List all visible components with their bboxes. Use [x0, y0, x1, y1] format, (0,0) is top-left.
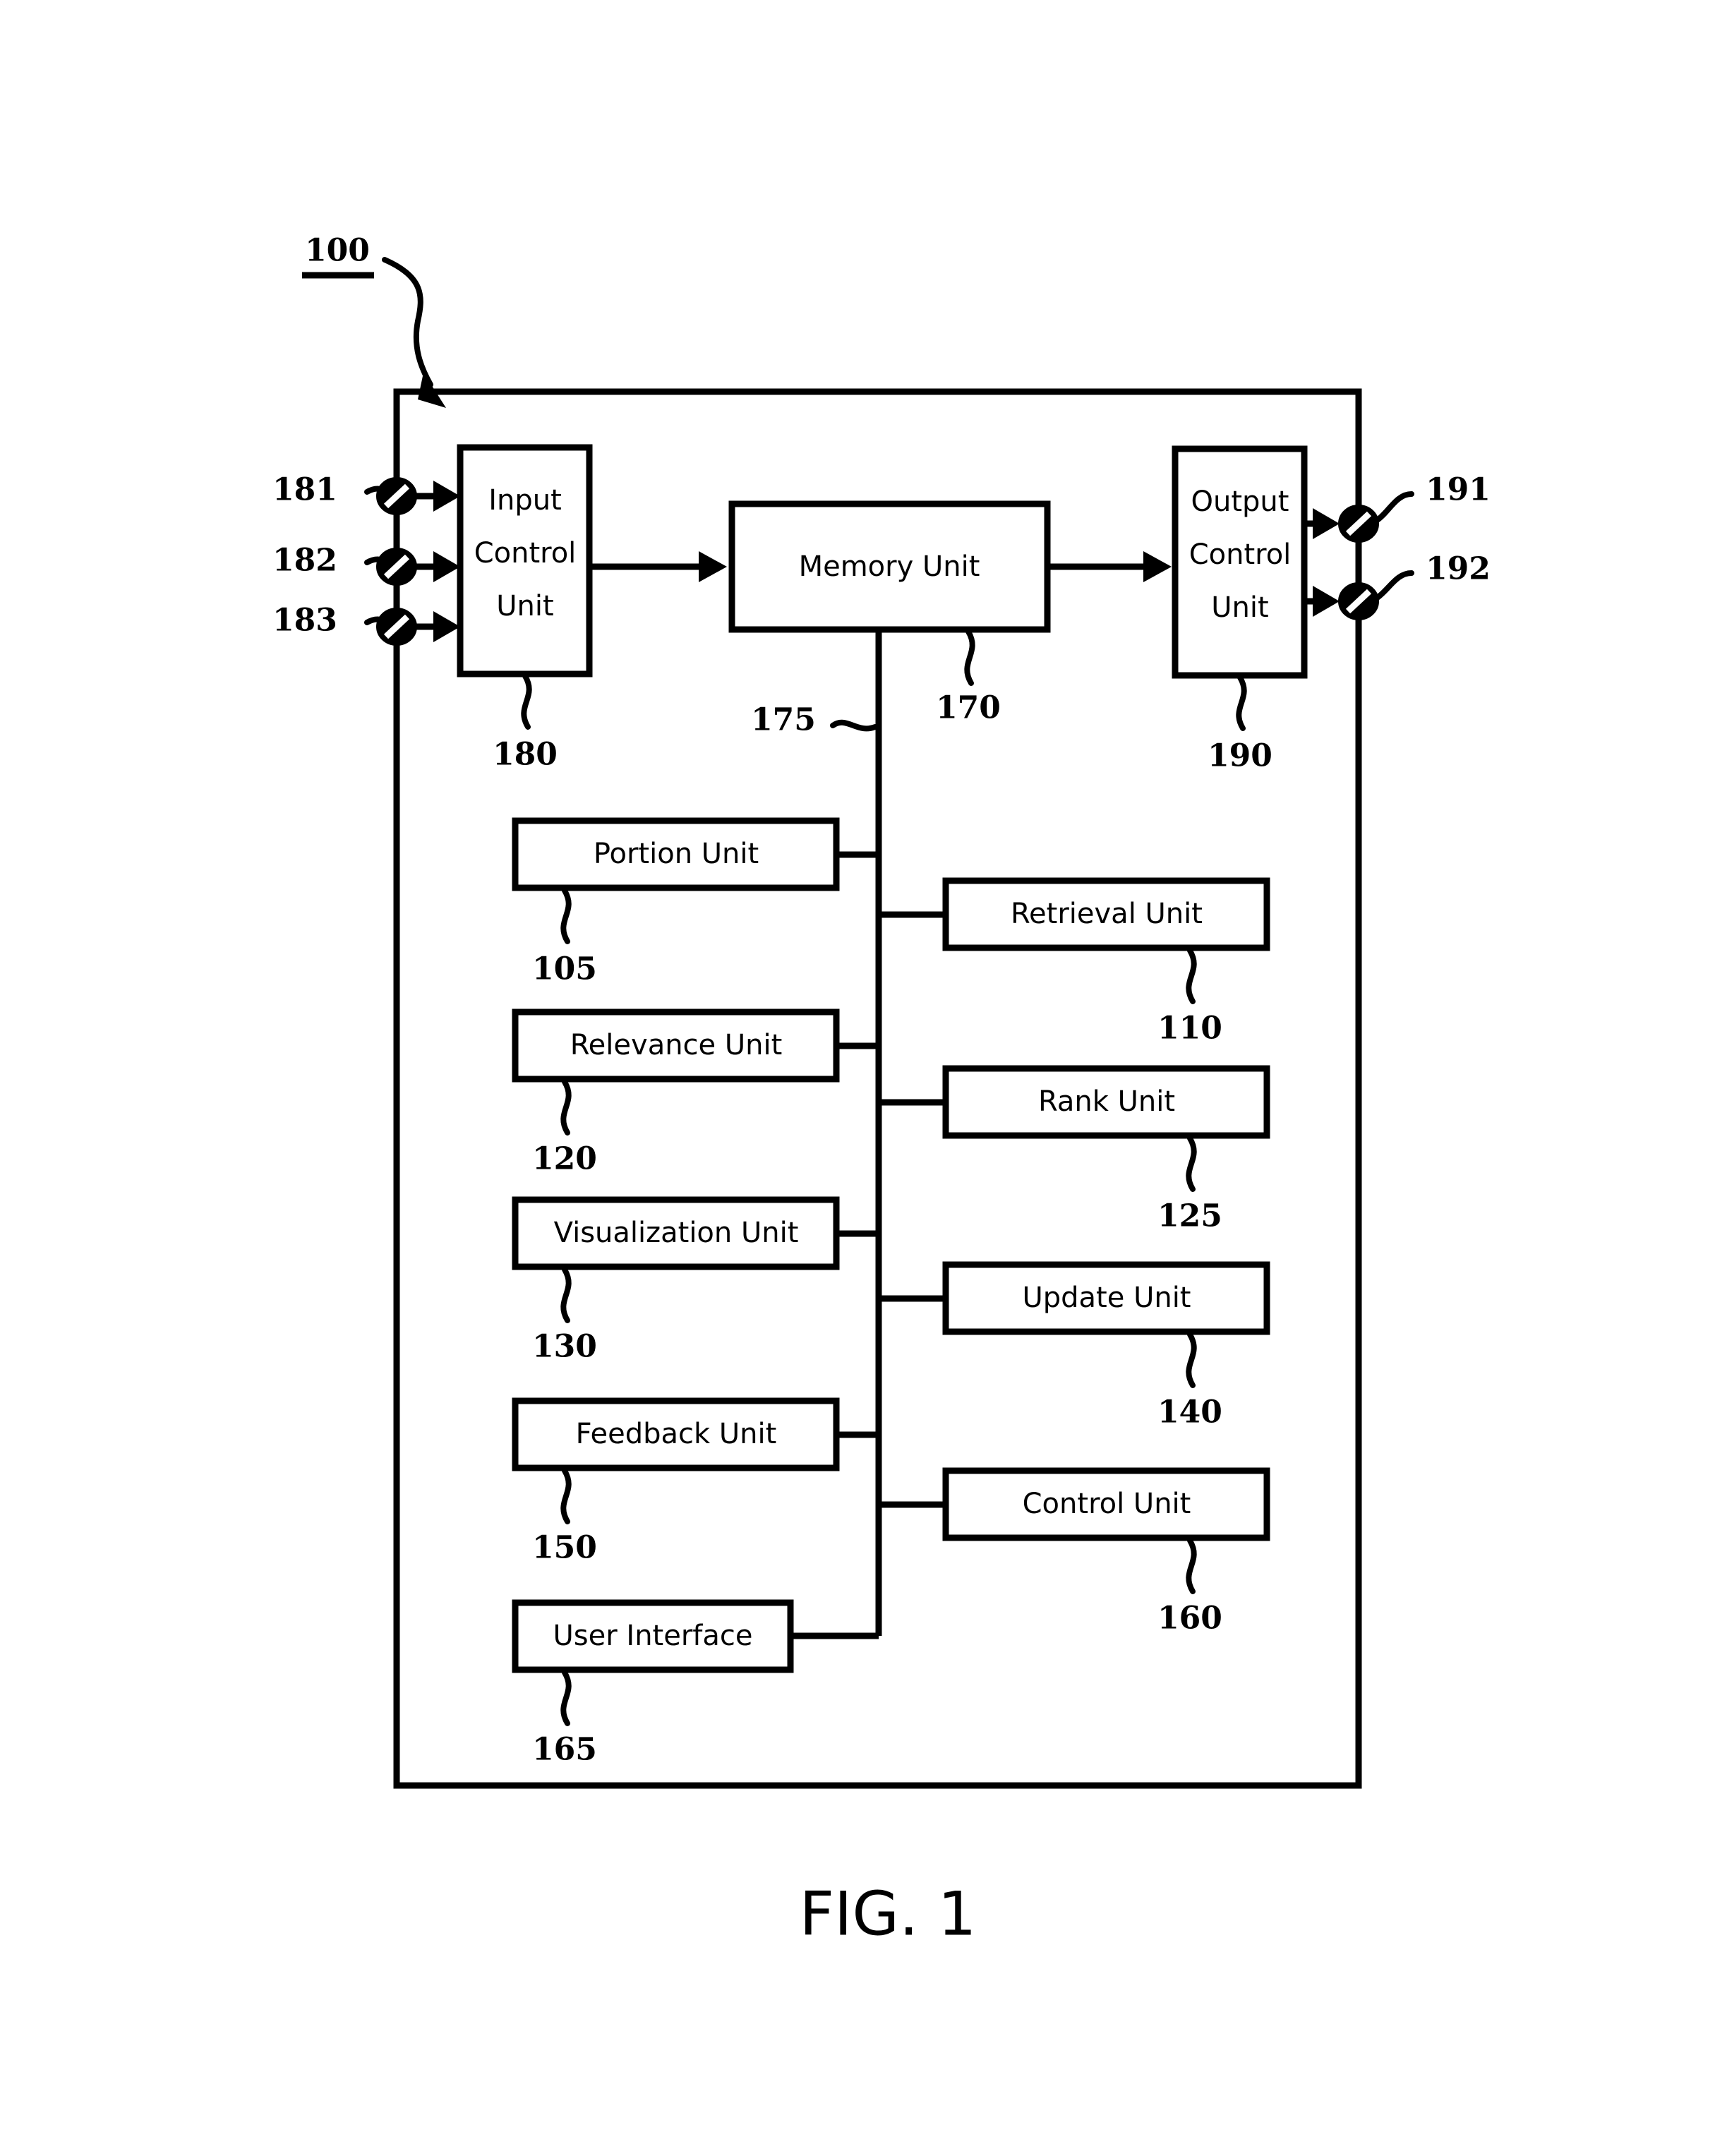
- ref-105: 105: [532, 951, 597, 987]
- ref-181: 181: [272, 472, 337, 508]
- ref-190: 190: [1208, 738, 1272, 774]
- ref-175: 175: [751, 702, 816, 738]
- input-arrow-183: [433, 611, 460, 642]
- output-port-191: [1338, 505, 1379, 543]
- output-port-192: [1338, 582, 1379, 620]
- ref-105-leader: [560, 888, 572, 944]
- memory-unit-label: Memory Unit: [799, 550, 980, 583]
- output-arrow-192: [1313, 586, 1340, 617]
- input-control-unit-label-line2: Control: [474, 537, 577, 570]
- input-arrow-181: [433, 481, 460, 512]
- relevance-unit-label: Relevance Unit: [570, 1029, 783, 1061]
- ref-170: 170: [936, 690, 1001, 726]
- portion-unit-label: Portion Unit: [594, 838, 759, 870]
- rank-unit-label: Rank Unit: [1038, 1085, 1175, 1118]
- input-arrow-182: [433, 551, 460, 582]
- ref-170-leader: [964, 629, 975, 686]
- feedback-unit-label: Feedback Unit: [576, 1418, 777, 1450]
- ref-191-leader: [1373, 491, 1414, 524]
- ref-175-leader: [830, 719, 878, 732]
- ref-180-leader: [521, 673, 532, 730]
- figure-caption: FIG. 1: [800, 1879, 977, 1949]
- ref-130-leader: [560, 1267, 572, 1323]
- ref-130: 130: [532, 1329, 597, 1365]
- input-port-181: [376, 477, 417, 515]
- output-control-unit-label-line3: Unit: [1211, 591, 1268, 624]
- ref-100-leader: [382, 257, 433, 387]
- input-control-unit-label-line3: Unit: [496, 590, 553, 622]
- ref-160-leader: [1186, 1538, 1197, 1594]
- ref-183: 183: [272, 603, 337, 639]
- ref-180: 180: [493, 737, 558, 773]
- ref-192-leader: [1373, 570, 1414, 601]
- patent-figure-page: 100 181 182 183 Input Control Unit 180 M…: [0, 0, 1727, 2156]
- ref-120: 120: [532, 1141, 597, 1177]
- update-unit-label: Update Unit: [1022, 1282, 1191, 1314]
- ref-182: 182: [272, 543, 337, 579]
- ref-120-leader: [560, 1079, 572, 1136]
- ref-125: 125: [1157, 1198, 1222, 1234]
- control-unit-label: Control Unit: [1023, 1488, 1191, 1520]
- figure-canvas: 100 181 182 183 Input Control Unit 180 M…: [272, 233, 1491, 1950]
- input-control-unit-label-line1: Input: [488, 484, 562, 517]
- ref-192: 192: [1426, 551, 1491, 587]
- retrieval-unit-label: Retrieval Unit: [1011, 898, 1203, 930]
- output-control-unit-label-line2: Control: [1189, 538, 1292, 571]
- input-port-183: [376, 608, 417, 646]
- visualization-unit-label: Visualization Unit: [554, 1217, 799, 1249]
- ref-150: 150: [532, 1530, 597, 1566]
- ref-125-leader: [1186, 1136, 1197, 1192]
- ref-165-leader: [560, 1670, 572, 1726]
- input-port-182: [376, 548, 417, 586]
- ref-110: 110: [1157, 1011, 1222, 1047]
- ref-190-leader: [1236, 675, 1247, 731]
- ref-110-leader: [1186, 948, 1197, 1004]
- arrow-memory-to-output: [1143, 551, 1172, 582]
- ref-191: 191: [1426, 472, 1491, 508]
- output-control-unit-label-line1: Output: [1191, 486, 1289, 518]
- ref-140-leader: [1186, 1332, 1197, 1388]
- ref-150-leader: [560, 1468, 572, 1524]
- ref-100: 100: [305, 233, 370, 269]
- ref-160: 160: [1157, 1601, 1222, 1637]
- ref-165: 165: [532, 1732, 597, 1768]
- ref-140: 140: [1157, 1395, 1222, 1431]
- arrow-input-to-memory: [699, 551, 727, 582]
- output-arrow-191: [1313, 508, 1340, 539]
- user-interface-label: User Interface: [553, 1620, 753, 1652]
